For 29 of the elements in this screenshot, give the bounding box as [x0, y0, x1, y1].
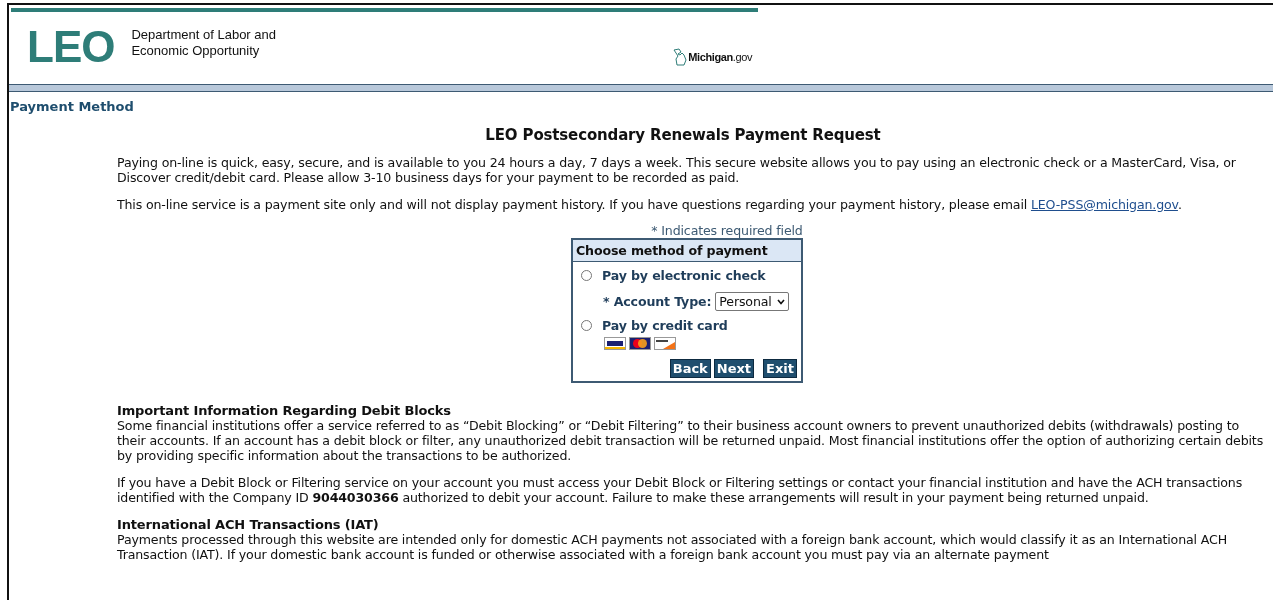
- account-type-select[interactable]: Personal: [715, 292, 789, 311]
- card-logo-icon: [654, 337, 676, 350]
- section-heading: Important Information Regarding Debit Blocks: [117, 403, 452, 418]
- page-title: LEO Postsecondary Renewals Payment Request: [484, 128, 882, 143]
- required-note: * Indicates required field: [651, 224, 803, 238]
- card-logo-icon: [604, 337, 626, 350]
- info-paragraph: Some financial institutions offer a service referred to as “Debit Blocking” or “Debit Filtering” to their business account owners to prevent unauthorized debits (withdrawals) posting to their accounts. If an account has a debit block or filter, any unauthorized debit transaction will be returned unpaid. Most financial institutions offer the option of authorizing certain debits by providing specific information about the transactions to be authorized.: [117, 418, 1265, 463]
- chevron-down-icon: [776, 298, 785, 305]
- email-link[interactable]: LEO-PSS@michigan.gov: [1030, 197, 1178, 212]
- panel-title: Choose method of payment: [573, 240, 801, 262]
- payment-option[interactable]: Pay by electronic check: [581, 268, 797, 283]
- payment-option[interactable]: Pay by credit card: [581, 318, 797, 333]
- agency-logo: LEO: [27, 22, 115, 72]
- form-button[interactable]: Exit: [763, 359, 797, 378]
- form-button[interactable]: Back: [669, 359, 711, 378]
- state-site-logo[interactable]: Michigan.gov: [688, 51, 752, 63]
- notice-paragraph: This on-line service is a payment site only and will not display payment history. If you have questions regarding your payment history, please email LEO-PSS@michigan.gov.: [117, 197, 1183, 212]
- radio-button[interactable]: [581, 320, 592, 331]
- section-title: Payment Method: [9, 98, 135, 114]
- state-outline-icon: [672, 48, 689, 66]
- department-name: Department of Labor and Economic Opportunity: [131, 27, 277, 59]
- section-heading: International ACH Transactions (IAT): [117, 517, 380, 532]
- form-button[interactable]: Next: [713, 359, 755, 378]
- intro-paragraph: Paying on-line is quick, easy, secure, and is available to you 24 hours a day, 7 days a week. This secure website allows you to pay using an electronic check or a MasterCard, Visa, or Discover credit/debit card. Please allow 3-10 business days for your payment to be recorded as paid.: [117, 155, 1237, 185]
- card-logo-icon: [629, 337, 651, 350]
- radio-button[interactable]: [581, 270, 592, 281]
- info-paragraph: If you have a Debit Block or Filtering service on your account you must access your Debit Block or Filtering settings or contact your financial institution and have the ACH transactions identified with the Company ID 9044030366 authorized to debit your account. Failure to make these arrangements will result in your payment being returned unpaid.: [117, 475, 1244, 505]
- info-paragraph: Payments processed through this website are intended only for domestic ACH payments not associated with a foreign bank account, which would classify it as an International ACH Transaction (IAT). If your domestic bank account is funded or otherwise associated with a foreign bank account you must pay via an alternate payment: [117, 532, 1228, 562]
- account-type-label: * Account Type:: [603, 294, 712, 309]
